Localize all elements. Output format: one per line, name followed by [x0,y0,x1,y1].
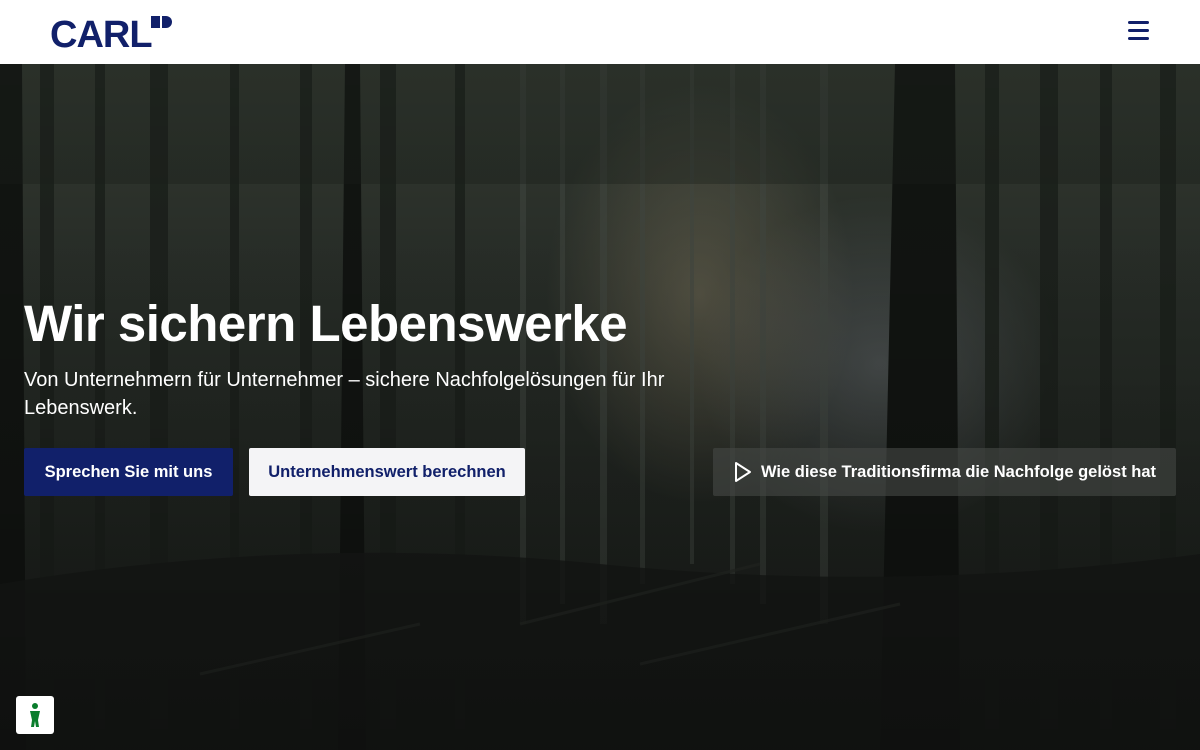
svg-text:CARL: CARL [50,14,152,51]
accessibility-person-icon [30,703,40,727]
carl-logo[interactable]: CARL [50,13,172,51]
video-link-label: Wie diese Traditionsfirma die Nachfolge … [761,463,1157,481]
carl-logo-mark: CARL [50,14,172,51]
hero-title: Wir sichern Lebenswerke [24,295,628,352]
hero-subtitle: Von Unternehmern für Unternehmer – siche… [24,369,665,419]
watch-story-video-button[interactable]: Wie diese Traditionsfirma die Nachfolge … [713,448,1176,496]
play-icon [735,462,751,482]
site-header: CARL [0,0,1200,64]
contact-us-button[interactable]: Sprechen Sie mit uns [24,448,233,496]
accessibility-consent-button[interactable] [16,696,54,734]
calculate-company-value-button[interactable]: Unternehmenswert berechnen [249,448,525,496]
hamburger-menu-icon[interactable] [1122,16,1154,46]
